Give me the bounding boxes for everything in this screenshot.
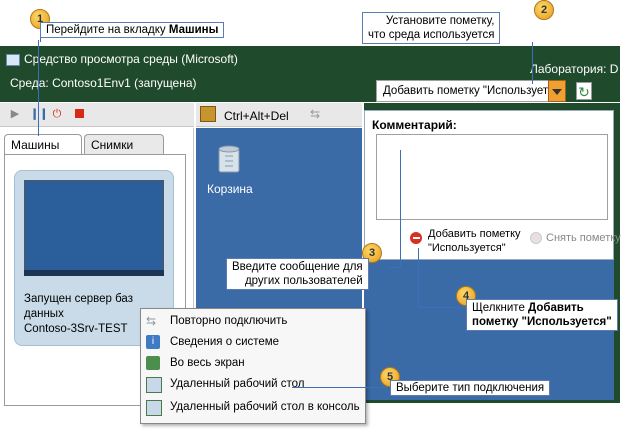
callout-5: Выберите тип подключения — [390, 380, 551, 396]
tab-machines[interactable]: Машины — [4, 134, 82, 154]
callout-4-line — [418, 248, 419, 308]
menu-item-label: Удаленный рабочий стол — [170, 378, 305, 390]
add-mark-line-1: Добавить пометку — [428, 228, 521, 240]
system-info-icon: i — [146, 335, 160, 349]
recycle-bin-icon[interactable] — [216, 144, 242, 174]
add-mark-line-2: "Используется" — [428, 242, 506, 254]
stop-icon[interactable] — [72, 107, 86, 121]
clear-mark-button[interactable]: Снять пометку — [546, 232, 621, 244]
lab-label: Лаборатория: D — [530, 62, 619, 76]
reconnect-icon: ⇆ — [146, 314, 157, 328]
callout-2-badge: 2 — [534, 0, 554, 20]
callout-1-bold: Машины — [168, 24, 219, 36]
key-icon[interactable] — [200, 106, 216, 122]
add-mark-button[interactable]: Добавить пометку "Используется" — [428, 227, 521, 255]
tab-snapshots[interactable]: Снимки — [84, 134, 164, 154]
callout-3: Введите сообщение для других пользовател… — [226, 258, 369, 290]
mark-dropdown[interactable]: Добавить пометку "Используется" — [376, 80, 566, 102]
callout-2-line — [532, 42, 533, 84]
vm-taskbar — [24, 270, 164, 276]
callout-3-hline — [388, 267, 400, 268]
remote-desktop-icon — [146, 377, 162, 393]
menu-item-system-info[interactable]: i Сведения о системе — [144, 332, 362, 353]
callout-1-text: Перейдите на вкладку — [46, 24, 169, 36]
callout-5-line — [292, 387, 388, 388]
callout-2: Установите пометку, что среда использует… — [362, 12, 501, 44]
refresh-icon[interactable]: ↻ — [576, 82, 592, 100]
callout-4: Щелкните Добавить пометку "Используется" — [466, 299, 618, 331]
fullscreen-icon — [146, 356, 160, 370]
callout-4-text: Щелкните — [472, 302, 529, 314]
clear-mark-icon[interactable] — [530, 232, 542, 244]
menu-item-label: Сведения о системе — [170, 336, 280, 348]
menu-item-remote-desktop-console[interactable]: Удаленный рабочий стол в консоль — [144, 397, 362, 418]
callout-3-line-1: Введите сообщение для — [232, 261, 363, 273]
recycle-bin-label: Корзина — [207, 182, 253, 196]
comment-input[interactable] — [376, 134, 608, 220]
menu-item-label: Удаленный рабочий стол в консоль — [170, 401, 360, 413]
switch-icon[interactable]: ⇆ — [310, 107, 320, 121]
vm-thumbnail[interactable] — [24, 180, 164, 276]
menu-item-fullscreen[interactable]: Во весь экран — [144, 353, 362, 374]
pause-icon[interactable]: ❙❙ — [30, 107, 48, 121]
power-icon[interactable]: ⏻ — [50, 107, 64, 121]
menu-item-label: Во весь экран — [170, 357, 245, 369]
play-icon[interactable]: ▶ — [8, 107, 22, 121]
callout-4-bold-1: Добавить — [528, 302, 584, 314]
callout-2-line-2: что среда используется — [368, 29, 495, 41]
add-mark-icon[interactable] — [410, 232, 422, 244]
app-title: Средство просмотра среды (Microsoft) — [24, 52, 238, 66]
callout-4-hline — [418, 307, 468, 308]
chevron-down-icon — [552, 89, 562, 95]
menu-item-reconnect[interactable]: ⇆ Повторно подключить — [144, 311, 362, 332]
remote-desktop-console-icon — [146, 400, 162, 416]
ctrl-alt-del-button[interactable]: Ctrl+Alt+Del — [224, 109, 289, 123]
menu-item-remote-desktop[interactable]: Удаленный рабочий стол — [144, 374, 362, 395]
dropdown-arrow-button[interactable] — [548, 80, 566, 102]
callout-3-line — [400, 150, 401, 268]
callout-1: Перейдите на вкладку Машины — [40, 22, 225, 38]
callout-3-line-2: других пользователей — [244, 275, 363, 287]
comment-label: Комментарий: — [372, 118, 457, 132]
callout-1-line — [38, 40, 39, 136]
menu-item-label: Повторно подключить — [170, 315, 288, 327]
app-icon — [6, 54, 20, 66]
callout-2-line-1: Установите пометку, — [385, 15, 495, 27]
callout-4-bold-2: пометку "Используется" — [472, 316, 612, 328]
vm-line-1: Запущен сервер баз — [24, 293, 133, 305]
